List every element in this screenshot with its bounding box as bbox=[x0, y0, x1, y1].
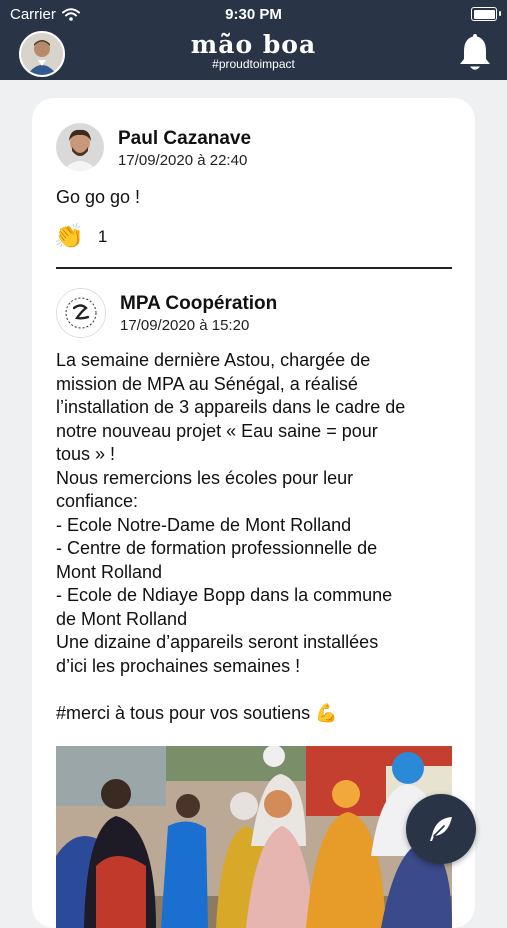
post-meta: MPA Coopération 17/09/2020 à 15:20 bbox=[120, 288, 277, 334]
post-date: 17/09/2020 à 15:20 bbox=[120, 317, 250, 334]
app-name: mão boa bbox=[190, 30, 317, 59]
mpa-logo-icon bbox=[57, 289, 105, 337]
clap-reaction-button[interactable]: 👏 1 bbox=[54, 222, 107, 251]
app-header: mão boa #proudtoimpact bbox=[0, 28, 507, 80]
comment-meta: Paul Cazanave 17/09/2020 à 22:40 bbox=[118, 123, 251, 169]
post-photo[interactable] bbox=[56, 746, 452, 928]
clap-icon: 👏 bbox=[54, 223, 84, 250]
post-card: Paul Cazanave 17/09/2020 à 22:40 Go go g… bbox=[32, 98, 475, 928]
feather-quill-icon bbox=[430, 817, 452, 841]
comment-author-avatar[interactable] bbox=[56, 123, 104, 171]
divider bbox=[56, 267, 452, 269]
comment-header: Paul Cazanave 17/09/2020 à 22:40 bbox=[56, 123, 251, 171]
comment-author-name[interactable]: Paul Cazanave bbox=[118, 128, 251, 150]
post-author-avatar[interactable] bbox=[56, 288, 106, 338]
reaction-count: 1 bbox=[97, 226, 108, 246]
compose-post-button[interactable] bbox=[406, 794, 476, 864]
clock: 9:30 PM bbox=[225, 6, 282, 23]
comment-text: Go go go ! bbox=[56, 187, 141, 207]
post-header: MPA Coopération 17/09/2020 à 15:20 bbox=[56, 288, 277, 338]
post-author-name[interactable]: MPA Coopération bbox=[120, 293, 277, 315]
battery-icon bbox=[471, 7, 501, 21]
app-tagline: #proudtoimpact bbox=[212, 57, 295, 71]
bell-icon[interactable] bbox=[455, 30, 495, 74]
comment-date: 17/09/2020 à 22:40 bbox=[118, 152, 248, 169]
group-photo-image bbox=[56, 746, 452, 928]
author-avatar-icon bbox=[56, 123, 104, 171]
status-bar: Carrier 9:30 PM bbox=[0, 0, 507, 28]
post-body-text: La semaine dernière Astou, chargée de mi… bbox=[56, 350, 406, 723]
app-brand: mão boa #proudtoimpact bbox=[0, 30, 507, 71]
